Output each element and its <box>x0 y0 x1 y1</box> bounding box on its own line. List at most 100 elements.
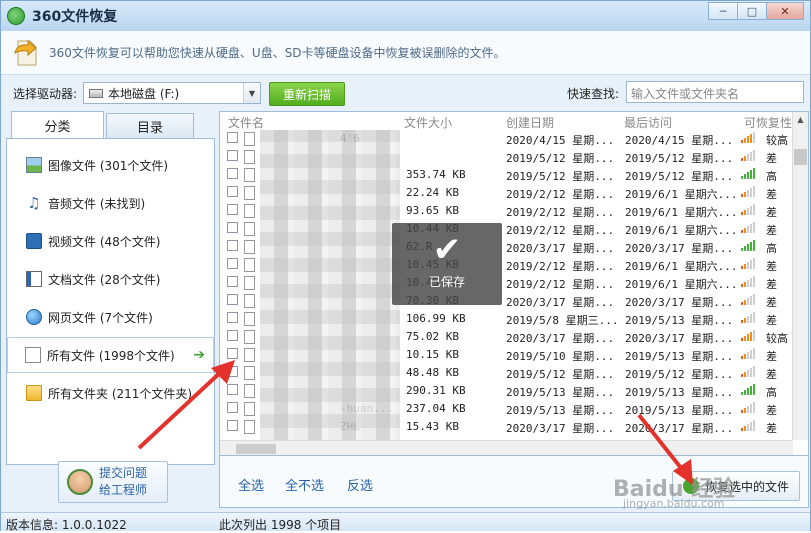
drive-select[interactable]: 本地磁盘 (F:) ▼ <box>83 82 261 104</box>
created-date: 2019/2/12 星期... <box>506 206 615 219</box>
category-label: 文档文件 (28个文件) <box>48 272 161 287</box>
left-tabs: 分类 目录 <box>6 111 215 139</box>
info-text: 360文件恢复可以帮助您快速从硬盘、U盘、SD卡等硬盘设备中恢复被误删除的文件。 <box>49 46 506 60</box>
search-input[interactable]: 输入文件或文件夹名 <box>626 81 804 103</box>
accessed-date: 2020/4/15 星期... <box>625 134 734 147</box>
recoverability: 差 <box>766 404 777 417</box>
category-video[interactable]: 视频文件 (48个文件) <box>9 223 213 259</box>
deleted-file-icon <box>244 150 255 164</box>
deleted-file-icon <box>244 132 255 146</box>
drive-label: 选择驱动器: <box>13 87 78 101</box>
vertical-scrollbar[interactable]: ▲ <box>792 112 808 440</box>
signal-bars-icon <box>741 366 756 377</box>
select-none-link[interactable]: 全不选 <box>285 475 324 494</box>
row-checkbox[interactable] <box>227 258 238 269</box>
scroll-thumb[interactable] <box>794 149 807 165</box>
row-checkbox[interactable] <box>227 348 238 359</box>
file-size: 353.74 KB <box>406 168 466 181</box>
accessed-date: 2020/3/17 星期... <box>625 332 734 345</box>
recoverability: 较高 <box>766 134 788 147</box>
created-date: 2019/5/13 星期... <box>506 404 615 417</box>
category-audio[interactable]: ♫ 音频文件 (未找到) <box>9 185 213 221</box>
hscroll-thumb[interactable] <box>236 444 276 454</box>
maximize-button[interactable]: □ <box>737 2 767 20</box>
music-icon: ♫ <box>27 194 41 212</box>
accessed-date: 2019/6/1 星期六... <box>625 278 738 291</box>
tab-directory[interactable]: 目录 <box>106 113 194 138</box>
deleted-file-icon <box>244 222 255 236</box>
row-checkbox[interactable] <box>227 330 238 341</box>
file-size: 15.43 KB <box>406 420 459 433</box>
app-logo-icon <box>7 7 25 25</box>
tab-category[interactable]: 分类 <box>11 111 104 139</box>
accessed-date: 2019/6/1 星期六... <box>625 260 738 273</box>
item-count: 此次列出 1998 个项目 <box>219 518 342 532</box>
invert-selection-link[interactable]: 反选 <box>347 475 373 494</box>
recoverability: 差 <box>766 260 777 273</box>
col-accessed[interactable]: 最后访问 <box>624 114 672 131</box>
recoverability: 高 <box>766 242 777 255</box>
deleted-file-icon <box>244 312 255 326</box>
col-name[interactable]: 文件名 <box>228 114 264 131</box>
col-size[interactable]: 文件大小 <box>404 114 452 131</box>
category-list: 图像文件 (301个文件) ♫ 音频文件 (未找到) 视频文件 (48个文件) … <box>6 138 215 465</box>
col-created[interactable]: 创建日期 <box>506 114 554 131</box>
created-date: 2019/5/10 星期... <box>506 350 615 363</box>
accessed-date: 2019/5/13 星期... <box>625 314 734 327</box>
category-all-folders[interactable]: 所有文件夹 (211个文件夹) <box>9 375 213 411</box>
chevron-down-icon[interactable]: ▼ <box>243 83 260 103</box>
row-checkbox[interactable] <box>227 150 238 161</box>
blurred-filenames <box>260 130 400 440</box>
search-label: 快速查找: <box>567 87 620 101</box>
row-checkbox[interactable] <box>227 384 238 395</box>
select-all-link[interactable]: 全选 <box>238 475 264 494</box>
recoverability: 差 <box>766 422 777 435</box>
row-checkbox[interactable] <box>227 420 238 431</box>
recoverability: 差 <box>766 296 777 309</box>
row-checkbox[interactable] <box>227 186 238 197</box>
row-checkbox[interactable] <box>227 402 238 413</box>
horizontal-scrollbar[interactable] <box>220 440 793 455</box>
signal-bars-icon <box>741 420 756 431</box>
category-webpages[interactable]: 网页文件 (7个文件) <box>9 299 213 335</box>
help-button[interactable]: 提交问题 给工程师 <box>58 461 168 503</box>
recoverability: 较高 <box>766 332 788 345</box>
recoverability: 差 <box>766 152 777 165</box>
recoverability: 差 <box>766 278 777 291</box>
rescan-button[interactable]: 重新扫描 <box>269 82 345 106</box>
row-checkbox[interactable] <box>227 132 238 143</box>
row-checkbox[interactable] <box>227 276 238 287</box>
category-label: 所有文件夹 (211个文件夹) <box>48 386 193 401</box>
category-all-files[interactable]: 所有文件 (1998个文件) ➔ <box>7 337 214 373</box>
deleted-file-icon <box>244 294 255 308</box>
col-recoverability[interactable]: 可恢复性 <box>744 114 792 131</box>
created-date: 2019/2/12 星期... <box>506 260 615 273</box>
minimize-button[interactable]: ─ <box>708 2 738 20</box>
deleted-file-icon <box>244 240 255 254</box>
accessed-date: 2020/3/17 星期... <box>625 422 734 435</box>
row-checkbox[interactable] <box>227 240 238 251</box>
file-size: 48.48 KB <box>406 366 459 379</box>
signal-bars-icon <box>741 258 756 269</box>
row-checkbox[interactable] <box>227 222 238 233</box>
signal-bars-icon <box>741 384 756 395</box>
row-checkbox[interactable] <box>227 312 238 323</box>
row-checkbox[interactable] <box>227 204 238 215</box>
row-checkbox[interactable] <box>227 294 238 305</box>
scroll-up-icon[interactable]: ▲ <box>793 112 808 128</box>
drive-row: 选择驱动器: 本地磁盘 (F:) ▼ 重新扫描 快速查找: 输入文件或文件夹名 <box>1 75 810 111</box>
category-images[interactable]: 图像文件 (301个文件) <box>9 147 213 183</box>
row-checkbox[interactable] <box>227 168 238 179</box>
document-icon <box>26 271 42 287</box>
close-button[interactable]: ✕ <box>766 2 804 20</box>
created-date: 2020/3/17 星期... <box>506 332 615 345</box>
file-size: 10.15 KB <box>406 348 459 361</box>
title-bar: 360文件恢复 ─ □ ✕ <box>1 1 810 31</box>
webpage-icon <box>26 309 42 325</box>
created-date: 2020/3/17 星期... <box>506 296 615 309</box>
accessed-date: 2019/6/1 星期六... <box>625 224 738 237</box>
category-documents[interactable]: 文档文件 (28个文件) <box>9 261 213 297</box>
file-size: 290.31 KB <box>406 384 466 397</box>
recoverability: 差 <box>766 350 777 363</box>
row-checkbox[interactable] <box>227 366 238 377</box>
